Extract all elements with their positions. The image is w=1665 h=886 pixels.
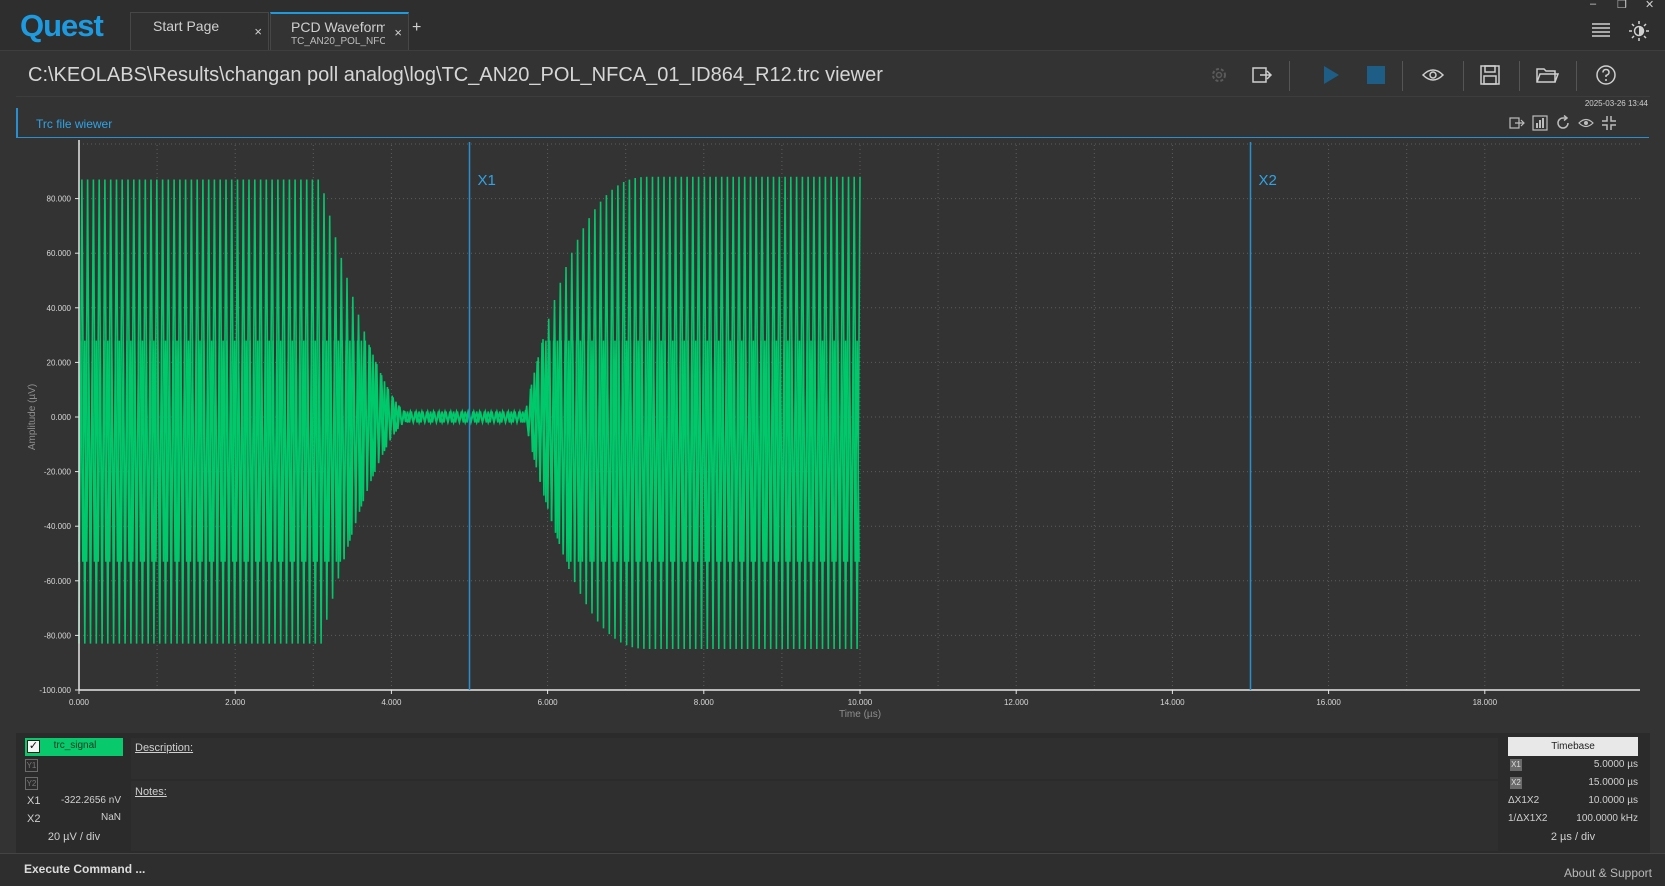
signal-name: trc_signal xyxy=(53,740,97,751)
x2-cursor-checkbox[interactable]: X2 xyxy=(1510,777,1522,789)
timebase-x2-value: 15.0000 µs xyxy=(1588,777,1638,788)
x-tick-label: 8.000 xyxy=(694,698,715,707)
x-tick-label: 16.000 xyxy=(1316,698,1341,707)
y-tick-label: -20.000 xyxy=(44,468,72,477)
x-tick-label: 18.000 xyxy=(1473,698,1498,707)
x2-label: X2 xyxy=(27,813,41,825)
notes-label: Notes: xyxy=(135,786,167,798)
description-label: Description: xyxy=(135,742,194,754)
cursor-x1-label: X1 xyxy=(478,172,496,189)
x-tick-label: 14.000 xyxy=(1160,698,1185,707)
status-bar xyxy=(0,853,1665,886)
y-axis-label: Amplitude (µV) xyxy=(27,384,38,450)
x1-value: -322.2656 nV xyxy=(60,795,121,806)
x-tick-label: 12.000 xyxy=(1004,698,1029,707)
y-tick-label: 20.000 xyxy=(47,358,72,367)
inverse-delta-label: 1/ΔX1X2 xyxy=(1508,813,1548,824)
signal-checkbox[interactable]: ✓ xyxy=(27,740,40,753)
inverse-delta-value: 100.0000 kHz xyxy=(1576,813,1638,824)
waveform-chart[interactable]: 0.000 2.000 4.000 6.000 8.000 10.000 12.000 14.… xyxy=(0,0,1665,733)
x1-cursor-checkbox[interactable]: X1 xyxy=(1510,759,1522,771)
x2-value: NaN xyxy=(100,812,121,823)
cursor-x2-label: X2 xyxy=(1259,172,1277,189)
y1-checkbox[interactable]: Y1 xyxy=(25,759,38,772)
x-tick-label: 10.000 xyxy=(848,698,873,707)
y-tick-label: 0.000 xyxy=(51,413,72,422)
delta-label: ΔX1X2 xyxy=(1508,795,1540,806)
x-tick-label: 2.000 xyxy=(225,698,246,707)
y-tick-label: -60.000 xyxy=(44,577,72,586)
y-tick-label: -80.000 xyxy=(44,631,72,640)
y-tick-label: 40.000 xyxy=(47,304,72,313)
x1-label: X1 xyxy=(27,795,41,807)
x-tick-label: 4.000 xyxy=(381,698,402,707)
timebase-x1-value: 5.0000 µs xyxy=(1593,759,1638,770)
x-tick-label: 6.000 xyxy=(538,698,559,707)
description-area[interactable]: Description: xyxy=(131,738,1498,779)
y-tick-label: 60.000 xyxy=(47,249,72,258)
execute-command-button[interactable]: Execute Command ... xyxy=(24,862,145,876)
notes-area[interactable]: Notes: xyxy=(131,781,1498,851)
y2-checkbox[interactable]: Y2 xyxy=(25,777,38,790)
y-scale[interactable]: 20 µV / div xyxy=(25,831,123,843)
x-scale[interactable]: 2 µs / div xyxy=(1508,831,1638,843)
y-tick-label: 80.000 xyxy=(47,195,72,204)
about-support-link[interactable]: About & Support xyxy=(1564,866,1652,880)
y-tick-label: -100.000 xyxy=(39,686,71,695)
timebase-button[interactable]: Timebase xyxy=(1508,737,1638,756)
x-axis-label: Time (µs) xyxy=(839,709,881,720)
y-tick-label: -40.000 xyxy=(44,522,72,531)
delta-value: 10.0000 µs xyxy=(1588,795,1638,806)
x-tick-label: 0.000 xyxy=(69,698,90,707)
